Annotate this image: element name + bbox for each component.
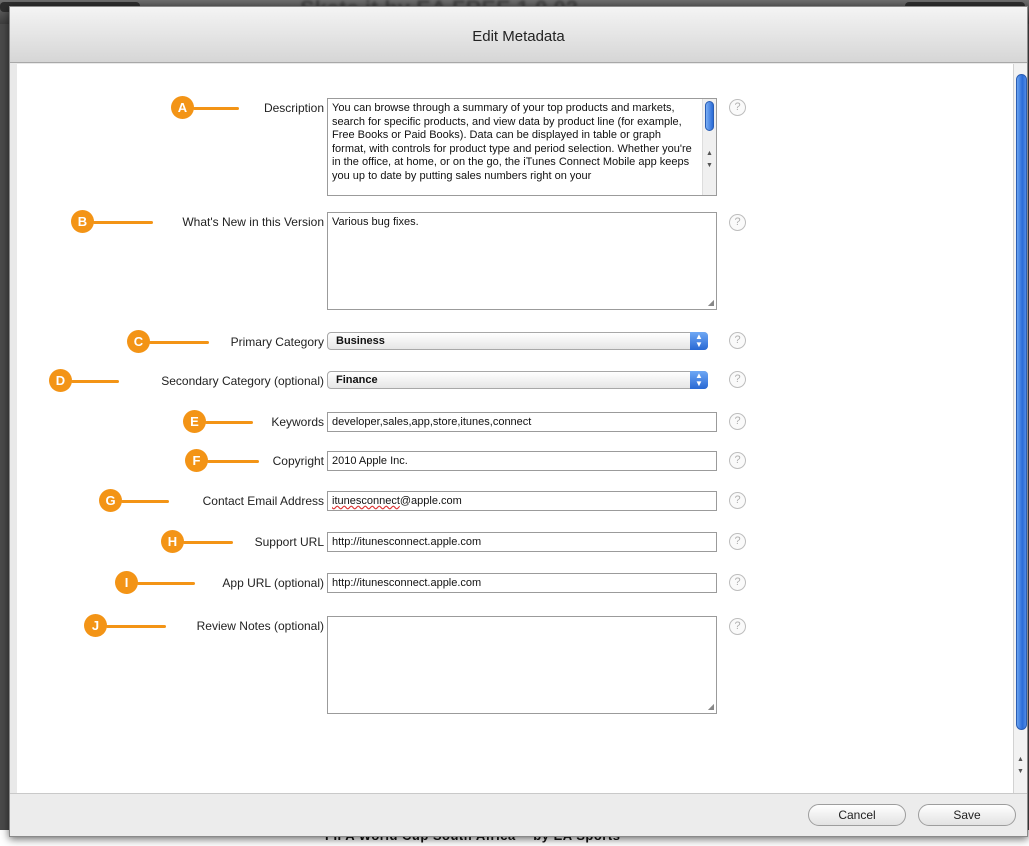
metadata-form: A Description You can browse through a s…	[17, 64, 1013, 793]
callout-leader-j	[106, 625, 166, 628]
cancel-button[interactable]: Cancel	[808, 804, 906, 826]
copyright-label: Copyright	[272, 454, 324, 468]
callout-leader-i	[137, 582, 195, 585]
keywords-input[interactable]: developer,sales,app,store,itunes,connect	[327, 412, 717, 432]
whats-new-text: Various bug fixes.	[332, 216, 419, 228]
spellcheck-underlined-text: itunesconnect	[332, 495, 400, 507]
app-url-help-icon[interactable]: ?	[729, 574, 746, 591]
contact-email-label: Contact Email Address	[202, 494, 324, 508]
callout-leader-h	[183, 541, 233, 544]
form-scroll-thumb[interactable]	[1016, 74, 1027, 730]
dialog-footer: Cancel Save	[10, 793, 1027, 836]
description-scrollbar[interactable]: ▲ ▼	[702, 99, 716, 195]
secondary-category-help-icon[interactable]: ?	[729, 371, 746, 388]
description-textarea[interactable]: You can browse through a summary of your…	[327, 98, 717, 196]
resize-grip-icon[interactable]: ◢	[708, 703, 714, 711]
primary-category-label: Primary Category	[230, 335, 324, 349]
callout-marker-g: G	[99, 489, 122, 512]
whats-new-textarea[interactable]: Various bug fixes. ◢	[327, 212, 717, 310]
callout-leader-g	[121, 500, 169, 503]
keywords-help-icon[interactable]: ?	[729, 413, 746, 430]
copyright-help-icon[interactable]: ?	[729, 452, 746, 469]
secondary-category-value: Finance	[336, 374, 378, 386]
dialog-titlebar: Edit Metadata	[10, 7, 1027, 63]
callout-leader-f	[207, 460, 259, 463]
copyright-input[interactable]: 2010 Apple Inc.	[327, 451, 717, 471]
dialog-title: Edit Metadata	[472, 28, 565, 45]
keywords-label: Keywords	[271, 415, 324, 429]
description-text: You can browse through a summary of your…	[332, 102, 692, 182]
app-url-input[interactable]: http://itunesconnect.apple.com	[327, 573, 717, 593]
contact-email-domain: @apple.com	[399, 495, 462, 507]
secondary-category-select[interactable]: Finance ▲ ▼	[327, 371, 708, 389]
callout-marker-f: F	[185, 449, 208, 472]
callout-leader-a	[193, 107, 239, 110]
description-label: Description	[263, 101, 324, 115]
whats-new-label: What's New in this Version	[182, 215, 324, 229]
callout-leader-c	[149, 341, 209, 344]
whats-new-help-icon[interactable]: ?	[729, 214, 746, 231]
description-help-icon[interactable]: ?	[729, 99, 746, 116]
primary-category-value: Business	[336, 335, 385, 347]
callout-marker-i: I	[115, 571, 138, 594]
callout-marker-a: A	[171, 96, 194, 119]
callout-leader-b	[93, 221, 153, 224]
review-notes-textarea[interactable]: ◢	[327, 616, 717, 714]
secondary-category-label: Secondary Category (optional)	[161, 374, 324, 388]
app-url-label: App URL (optional)	[222, 576, 324, 590]
callout-marker-d: D	[49, 369, 72, 392]
scroll-down-arrow-icon[interactable]: ▼	[1017, 768, 1024, 775]
support-url-label: Support URL	[254, 535, 324, 549]
resize-grip-icon[interactable]: ◢	[708, 299, 714, 307]
save-button[interactable]: Save	[918, 804, 1016, 826]
callout-leader-d	[71, 380, 119, 383]
callout-marker-c: C	[127, 330, 150, 353]
contact-email-input[interactable]: itunesconnect@apple.com	[327, 491, 717, 511]
callout-leader-e	[205, 421, 253, 424]
edit-metadata-dialog: Edit Metadata A Description You can brow…	[9, 6, 1028, 837]
review-notes-help-icon[interactable]: ?	[729, 618, 746, 635]
support-url-help-icon[interactable]: ?	[729, 533, 746, 550]
callout-marker-h: H	[161, 530, 184, 553]
contact-email-help-icon[interactable]: ?	[729, 492, 746, 509]
callout-marker-e: E	[183, 410, 206, 433]
scroll-up-arrow-icon[interactable]: ▲	[1017, 756, 1024, 763]
primary-category-select[interactable]: Business ▲ ▼	[327, 332, 708, 350]
select-arrows-icon: ▲ ▼	[690, 371, 708, 389]
scroll-down-arrow-icon[interactable]: ▼	[706, 159, 713, 173]
select-arrows-icon: ▲ ▼	[690, 332, 708, 350]
review-notes-label: Review Notes (optional)	[196, 619, 324, 633]
description-scroll-thumb[interactable]	[705, 101, 714, 131]
callout-marker-j: J	[84, 614, 107, 637]
support-url-input[interactable]: http://itunesconnect.apple.com	[327, 532, 717, 552]
callout-marker-b: B	[71, 210, 94, 233]
primary-category-help-icon[interactable]: ?	[729, 332, 746, 349]
form-scrollbar[interactable]: ▲ ▼	[1013, 64, 1027, 793]
